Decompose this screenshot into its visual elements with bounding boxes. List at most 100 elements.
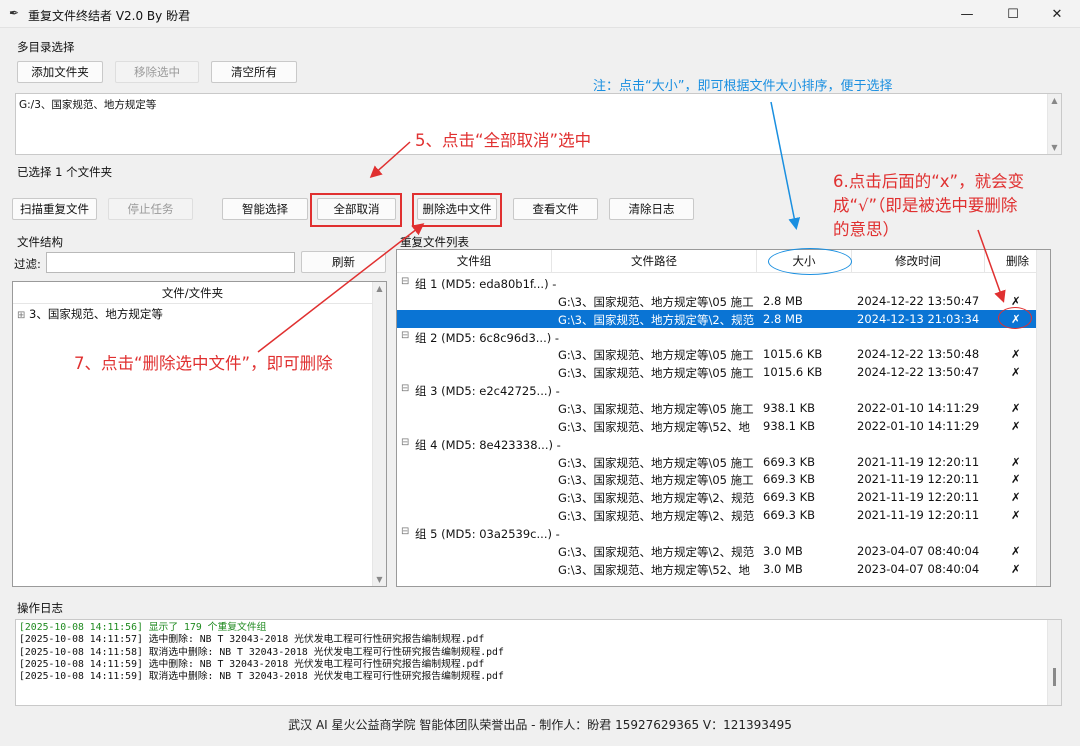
scan-button[interactable]: 扫描重复文件 bbox=[12, 198, 97, 220]
group-label: 组 2 (MD5: 6c8c96d3...) - bbox=[415, 330, 560, 345]
file-path-cell: G:\3、国家规范、地方规定等\52、地 bbox=[558, 419, 750, 434]
group-row[interactable]: ⊟ 组 3 (MD5: e2c42725...) - bbox=[397, 381, 1050, 399]
group-collapse-icon[interactable]: ⊟ bbox=[401, 383, 409, 394]
close-button[interactable]: ✕ bbox=[1034, 0, 1080, 28]
file-structure-label: 文件结构 bbox=[17, 235, 63, 249]
results-scrollbar[interactable] bbox=[1036, 250, 1050, 586]
annotation-step6-line: 6.点击后面的“x”，就会变 bbox=[833, 172, 1025, 191]
footer-credits: 武汉 AI 星火公益商学院 智能体团队荣誉出品 - 制作人：盼君 1592762… bbox=[288, 718, 792, 732]
delete-toggle-mark[interactable]: ✗ bbox=[1011, 419, 1021, 433]
tree-column-header[interactable]: 文件/文件夹 bbox=[13, 282, 372, 304]
file-row[interactable]: G:\3、国家规范、地方规定等\52、地 938.1 KB 2022-01-10 1… bbox=[397, 417, 1050, 435]
group-row[interactable]: ⊟ 组 5 (MD5: 03a2539c...) - bbox=[397, 524, 1050, 542]
delete-toggle-mark[interactable]: ✗ bbox=[1011, 455, 1021, 469]
log-label: 操作日志 bbox=[17, 601, 63, 615]
annotation-step5: 5、点击“全部取消”选中 bbox=[415, 131, 592, 150]
file-path-cell: G:\3、国家规范、地方规定等\05 施工 bbox=[558, 473, 754, 488]
file-path-cell: G:\3、国家规范、地方规定等\05 施工 bbox=[558, 455, 754, 470]
filter-input[interactable] bbox=[46, 252, 295, 273]
note-size-sort: 注：点击“大小”，即可根据文件大小排序，便于选择 bbox=[593, 79, 893, 94]
file-row[interactable]: G:\3、国家规范、地方规定等\2、规范 669.3 KB 2021-11-19 1… bbox=[397, 506, 1050, 524]
col-header-mtime[interactable]: 修改时间 bbox=[852, 250, 985, 272]
file-path-cell: G:\3、国家规范、地方规定等\05 施工 bbox=[558, 401, 754, 416]
clear-all-button[interactable]: 清空所有 bbox=[211, 61, 297, 83]
delete-toggle-mark[interactable]: ✗ bbox=[1011, 490, 1021, 504]
file-size-cell: 2.8 MB bbox=[763, 293, 803, 308]
log-scrollbar[interactable] bbox=[1047, 620, 1061, 705]
delete-toggle-mark[interactable]: ✗ bbox=[1011, 472, 1021, 486]
window-title: 重复文件终结者 V2.0 By 盼君 bbox=[28, 9, 191, 23]
log-line: [2025-10-08 14:11:59] 选中删除: NB T 32043-2… bbox=[19, 658, 485, 670]
results-header: 文件组 文件路径 大小 修改时间 删除 bbox=[397, 250, 1050, 273]
tree-scrollbar[interactable]: ▲ ▼ bbox=[372, 282, 386, 586]
log-lines: [2025-10-08 14:11:56] 显示了 179 个重复文件组 [202… bbox=[19, 622, 504, 683]
delete-toggle-mark[interactable]: ✗ bbox=[1011, 365, 1021, 379]
group-collapse-icon[interactable]: ⊟ bbox=[401, 330, 409, 341]
log-line: [2025-10-08 14:11:57] 选中删除: NB T 32043-2… bbox=[19, 634, 485, 646]
delete-toggle-mark[interactable]: ✗ bbox=[1011, 347, 1021, 361]
file-row[interactable]: G:\3、国家规范、地方规定等\05 施工 1015.6 KB 2024-12-22… bbox=[397, 363, 1050, 381]
group-row[interactable]: ⊟ 组 2 (MD5: 6c8c96d3...) - bbox=[397, 328, 1050, 346]
scroll-up-icon[interactable]: ▲ bbox=[373, 284, 386, 293]
file-row[interactable]: G:\3、国家规范、地方规定等\05 施工 938.1 KB 2022-01-10 … bbox=[397, 399, 1050, 417]
file-tree[interactable]: 文件/文件夹 ⊞ 3、国家规范、地方规定等 ▲ ▼ bbox=[12, 281, 387, 587]
minimize-button[interactable]: — bbox=[944, 0, 990, 28]
results-label: 重复文件列表 bbox=[400, 235, 469, 249]
group-label: 组 1 (MD5: eda80b1f...) - bbox=[415, 277, 557, 291]
col-header-group[interactable]: 文件组 bbox=[397, 250, 552, 272]
log-scroll-thumb[interactable] bbox=[1053, 668, 1056, 686]
delete-toggle-mark[interactable]: ✗ bbox=[1011, 562, 1021, 576]
group-collapse-icon[interactable]: ⊟ bbox=[401, 276, 409, 287]
delete-toggle-mark[interactable]: ✗ bbox=[1011, 401, 1021, 415]
group-label: 组 3 (MD5: e2c42725...) - bbox=[415, 384, 560, 399]
file-row[interactable]: G:\3、国家规范、地方规定等\2、规范 2.8 MB 2024-12-13 21:… bbox=[397, 309, 1050, 328]
group-row[interactable]: ⊟ 组 4 (MD5: 8e423338...) - bbox=[397, 435, 1050, 453]
file-mtime-cell: 2023-04-07 08:40:04 bbox=[857, 543, 980, 558]
group-collapse-icon[interactable]: ⊟ bbox=[401, 437, 409, 448]
deselect-all-button[interactable]: 全部取消 bbox=[317, 198, 396, 220]
file-size-cell: 938.1 KB bbox=[763, 400, 816, 415]
delete-mark-highlight-circle bbox=[998, 307, 1032, 329]
file-mtime-cell: 2021-11-19 12:20:11 bbox=[857, 454, 980, 469]
file-mtime-cell: 2024-12-22 13:50:47 bbox=[857, 293, 980, 308]
file-row[interactable]: G:\3、国家规范、地方规定等\2、规范 669.3 KB 2021-11-19 1… bbox=[397, 488, 1050, 506]
delete-selected-button[interactable]: 删除选中文件 bbox=[417, 198, 497, 220]
file-path-cell: G:\3、国家规范、地方规定等\2、规范 bbox=[558, 491, 755, 506]
group-row[interactable]: ⊟ 组 1 (MD5: eda80b1f...) - bbox=[397, 274, 1050, 292]
scroll-up-icon[interactable]: ▲ bbox=[1048, 96, 1061, 105]
delete-toggle-mark[interactable]: ✗ bbox=[1011, 544, 1021, 558]
file-path-cell: G:\3、国家规范、地方规定等\2、规范 bbox=[558, 544, 755, 559]
refresh-button[interactable]: 刷新 bbox=[301, 251, 386, 273]
smart-select-button[interactable]: 智能选择 bbox=[222, 198, 308, 220]
group-collapse-icon[interactable]: ⊟ bbox=[401, 526, 409, 537]
add-folder-button[interactable]: 添加文件夹 bbox=[17, 61, 103, 83]
tree-item-label: 3、国家规范、地方规定等 bbox=[29, 307, 163, 321]
group-label: 组 5 (MD5: 03a2539c...) - bbox=[415, 526, 560, 541]
file-row[interactable]: G:\3、国家规范、地方规定等\05 施工 669.3 KB 2021-11-19 … bbox=[397, 470, 1050, 488]
file-row[interactable]: G:\3、国家规范、地方规定等\05 施工 1015.6 KB 2024-12-22… bbox=[397, 345, 1050, 363]
log-area[interactable]: [2025-10-08 14:11:56] 显示了 179 个重复文件组 [202… bbox=[15, 619, 1062, 706]
stop-task-button[interactable]: 停止任务 bbox=[108, 198, 193, 220]
file-row[interactable]: G:\3、国家规范、地方规定等\05 施工 669.3 KB 2021-11-19 … bbox=[397, 453, 1050, 471]
file-mtime-cell: 2024-12-22 13:50:48 bbox=[857, 347, 980, 362]
delete-toggle-mark[interactable]: ✗ bbox=[1011, 508, 1021, 522]
tree-item[interactable]: ⊞ 3、国家规范、地方规定等 bbox=[17, 306, 163, 322]
clear-log-button[interactable]: 清除日志 bbox=[609, 198, 694, 220]
file-size-cell: 938.1 KB bbox=[763, 418, 816, 433]
scroll-down-icon[interactable]: ▼ bbox=[1048, 143, 1061, 152]
results-table[interactable]: 文件组 文件路径 大小 修改时间 删除 ⊟ 组 1 (MD5: eda80b1f.… bbox=[396, 249, 1051, 587]
maximize-button[interactable]: ☐ bbox=[990, 0, 1036, 28]
file-row[interactable]: G:\3、国家规范、地方规定等\52、地 3.0 MB 2023-04-07 08:… bbox=[397, 560, 1050, 578]
dir-list-scrollbar[interactable]: ▲ ▼ bbox=[1047, 94, 1061, 154]
col-header-path[interactable]: 文件路径 bbox=[552, 250, 757, 272]
scroll-down-icon[interactable]: ▼ bbox=[373, 575, 386, 584]
view-file-button[interactable]: 查看文件 bbox=[513, 198, 598, 220]
delete-toggle-mark[interactable]: ✗ bbox=[1011, 294, 1021, 308]
remove-selected-button[interactable]: 移除选中 bbox=[115, 61, 199, 83]
tree-expand-icon[interactable]: ⊞ bbox=[17, 310, 25, 321]
file-row[interactable]: G:\3、国家规范、地方规定等\05 施工 2.8 MB 2024-12-22 13… bbox=[397, 292, 1050, 310]
annotation-step6-line: 的意思） bbox=[833, 220, 899, 239]
file-row[interactable]: G:\3、国家规范、地方规定等\2、规范 3.0 MB 2023-04-07 08:… bbox=[397, 542, 1050, 560]
log-line: [2025-10-08 14:11:58] 取消选中删除: NB T 32043… bbox=[19, 646, 504, 658]
dir-list-item[interactable]: G:/3、国家规范、地方规定等 bbox=[19, 97, 156, 112]
